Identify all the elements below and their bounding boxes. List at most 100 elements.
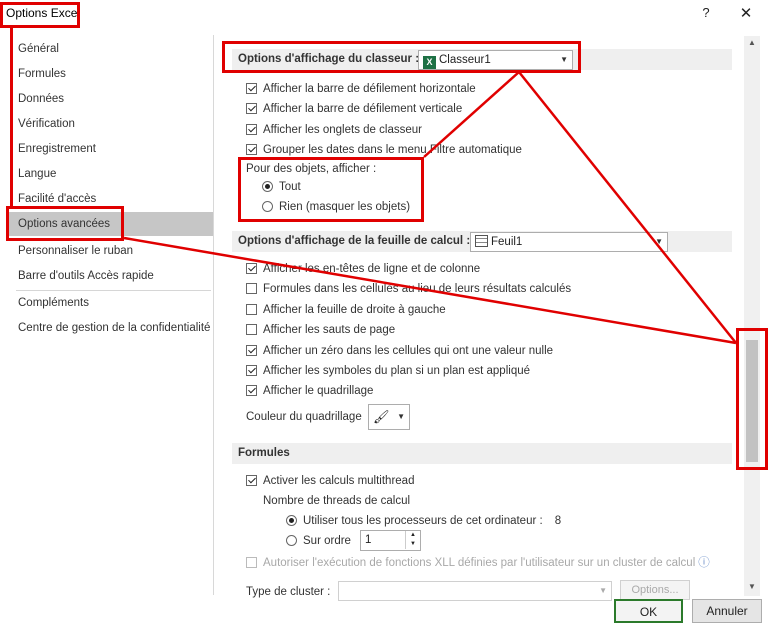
option-page-breaks[interactable]: Afficher les sauts de page bbox=[246, 321, 395, 339]
option-label: Autoriser l'exécution de fonctions XLL d… bbox=[263, 557, 696, 569]
option-label: Utiliser tous les processeurs de cet ord… bbox=[303, 515, 543, 527]
checkbox-icon[interactable] bbox=[246, 263, 257, 274]
cluster-type-label: Type de cluster : bbox=[246, 586, 331, 598]
close-button[interactable]: ✕ bbox=[734, 4, 758, 26]
option-gridlines[interactable]: Afficher le quadrillage bbox=[246, 382, 373, 400]
vertical-scrollbar[interactable] bbox=[744, 36, 760, 596]
checkbox-icon[interactable] bbox=[246, 365, 257, 376]
option-group-dates[interactable]: Grouper les dates dans le menu Filtre au… bbox=[246, 141, 522, 159]
window-title: Options Excel bbox=[6, 6, 81, 20]
workbook-select-value: Classeur1 bbox=[439, 54, 491, 66]
option-label: Afficher les sauts de page bbox=[263, 324, 396, 336]
option-label: Afficher la barre de défilement horizont… bbox=[263, 83, 476, 95]
title-bar bbox=[0, 0, 768, 30]
paint-bucket-icon: 🖌 bbox=[373, 409, 390, 424]
scroll-thumb[interactable] bbox=[746, 340, 758, 462]
option-outline-symbols[interactable]: Afficher les symboles du plan si un plan… bbox=[246, 362, 530, 380]
excel-workbook-icon: X bbox=[423, 56, 436, 69]
option-label: Afficher les en-têtes de ligne et de col… bbox=[263, 263, 481, 275]
checkbox-icon[interactable] bbox=[246, 324, 257, 335]
option-label: Sur ordre bbox=[303, 535, 351, 547]
option-label: Rien (masquer les objets) bbox=[279, 201, 411, 213]
option-label: Afficher le quadrillage bbox=[263, 385, 374, 397]
option-label: Formules dans les cellules au lieu de le… bbox=[263, 283, 572, 295]
objects-label: Pour des objets, afficher : bbox=[246, 163, 377, 175]
sidebar-item-save[interactable]: Enregistrement bbox=[8, 137, 213, 161]
sidebar-item-addins[interactable]: Compléments bbox=[8, 291, 213, 315]
option-h-scrollbar[interactable]: Afficher la barre de défilement horizont… bbox=[246, 80, 476, 98]
grid-color-picker[interactable]: 🖌 ▼ bbox=[368, 404, 410, 430]
option-label: Grouper les dates dans le menu Filtre au… bbox=[263, 144, 522, 156]
option-label: Afficher la feuille de droite à gauche bbox=[263, 304, 446, 316]
sidebar-item-data[interactable]: Données bbox=[8, 87, 213, 111]
sidebar-item-accessibility[interactable]: Facilité d'accès bbox=[8, 187, 213, 211]
cluster-type-select: ▼ bbox=[338, 581, 612, 601]
sidebar-item-general[interactable]: Général bbox=[8, 37, 213, 61]
worksheet-icon bbox=[475, 235, 488, 247]
option-xll-cluster: Autoriser l'exécution de fonctions XLL d… bbox=[246, 554, 710, 572]
sidebar: Général Formules Données Vérification En… bbox=[8, 35, 214, 595]
radio-icon[interactable] bbox=[262, 181, 273, 192]
option-label: Afficher les symboles du plan si un plan… bbox=[263, 365, 531, 377]
spin-arrows-icon[interactable]: ▲ ▼ bbox=[405, 531, 420, 549]
help-button[interactable]: ? bbox=[696, 5, 716, 25]
cancel-button[interactable]: Annuler bbox=[692, 599, 762, 623]
ok-button[interactable]: OK bbox=[614, 599, 683, 623]
radio-icon[interactable] bbox=[286, 535, 297, 546]
checkbox-icon[interactable] bbox=[246, 283, 257, 294]
sidebar-item-quick-access[interactable]: Barre d'outils Accès rapide bbox=[8, 264, 213, 288]
option-show-formulas[interactable]: Formules dans les cellules au lieu de le… bbox=[246, 280, 571, 298]
option-multithread[interactable]: Activer les calculs multithread bbox=[246, 472, 414, 490]
option-show-zero[interactable]: Afficher un zéro dans les cellules qui o… bbox=[246, 342, 553, 360]
info-icon: ⓘ bbox=[698, 557, 710, 569]
radio-icon[interactable] bbox=[262, 201, 273, 212]
sidebar-item-advanced[interactable]: Options avancées bbox=[8, 212, 213, 236]
checkbox-icon[interactable] bbox=[246, 475, 257, 486]
chevron-down-icon: ▼ bbox=[560, 55, 568, 64]
checkbox-icon[interactable] bbox=[246, 385, 257, 396]
option-row-col-headers[interactable]: Afficher les en-têtes de ligne et de col… bbox=[246, 260, 480, 278]
sidebar-item-formulas[interactable]: Formules bbox=[8, 62, 213, 86]
radio-icon[interactable] bbox=[286, 515, 297, 526]
sheet-display-header-label: Options d'affichage de la feuille de cal… bbox=[238, 235, 471, 247]
sidebar-item-proofing[interactable]: Vérification bbox=[8, 112, 213, 136]
options-content: Options d'affichage du classeur : X Class… bbox=[220, 35, 740, 601]
sidebar-item-language[interactable]: Langue bbox=[8, 162, 213, 186]
checkbox-icon[interactable] bbox=[246, 144, 257, 155]
checkbox-icon bbox=[246, 557, 257, 568]
workbook-display-header-label: Options d'affichage du classeur : bbox=[238, 53, 420, 65]
chevron-down-icon: ▼ bbox=[599, 586, 607, 595]
threads-use-all[interactable]: Utiliser tous les processeurs de cet ord… bbox=[286, 512, 561, 530]
objects-hide-all[interactable]: Rien (masquer les objets) bbox=[262, 198, 410, 216]
threads-count-input[interactable]: 1 ▲ ▼ bbox=[360, 530, 421, 551]
scroll-down-icon[interactable]: ▼ bbox=[744, 580, 760, 594]
chevron-down-icon: ▼ bbox=[397, 412, 405, 421]
chevron-down-icon: ▼ bbox=[655, 237, 663, 246]
sidebar-item-trust-center[interactable]: Centre de gestion de la confidentialité bbox=[8, 316, 213, 340]
checkbox-icon[interactable] bbox=[246, 345, 257, 356]
formulas-header: Formules bbox=[232, 443, 732, 464]
option-label: Activer les calculs multithread bbox=[263, 475, 415, 487]
threads-manual[interactable]: Sur ordre bbox=[286, 532, 351, 550]
sheet-select-value: Feuil1 bbox=[491, 236, 523, 248]
option-right-to-left[interactable]: Afficher la feuille de droite à gauche bbox=[246, 301, 446, 319]
cluster-options-button: Options... bbox=[620, 580, 690, 600]
checkbox-icon[interactable] bbox=[246, 124, 257, 135]
objects-show-all[interactable]: Tout bbox=[262, 178, 301, 196]
scroll-up-icon[interactable]: ▲ bbox=[744, 36, 760, 50]
option-sheet-tabs[interactable]: Afficher les onglets de classeur bbox=[246, 121, 422, 139]
processor-count: 8 bbox=[554, 515, 562, 527]
threads-count-value: 1 bbox=[365, 534, 372, 546]
option-label: Afficher un zéro dans les cellules qui o… bbox=[263, 345, 554, 357]
checkbox-icon[interactable] bbox=[246, 304, 257, 315]
grid-color-label: Couleur du quadrillage bbox=[246, 411, 362, 423]
option-v-scrollbar[interactable]: Afficher la barre de défilement vertical… bbox=[246, 100, 462, 118]
workbook-select[interactable]: X Classeur1 ▼ bbox=[418, 50, 573, 70]
formulas-header-label: Formules bbox=[238, 447, 290, 459]
option-label: Tout bbox=[279, 181, 301, 193]
sheet-select[interactable]: Feuil1 ▼ bbox=[470, 232, 668, 252]
sidebar-item-customize-ribbon[interactable]: Personnaliser le ruban bbox=[8, 239, 213, 263]
checkbox-icon[interactable] bbox=[246, 103, 257, 114]
checkbox-icon[interactable] bbox=[246, 83, 257, 94]
option-label: Afficher les onglets de classeur bbox=[263, 124, 422, 136]
